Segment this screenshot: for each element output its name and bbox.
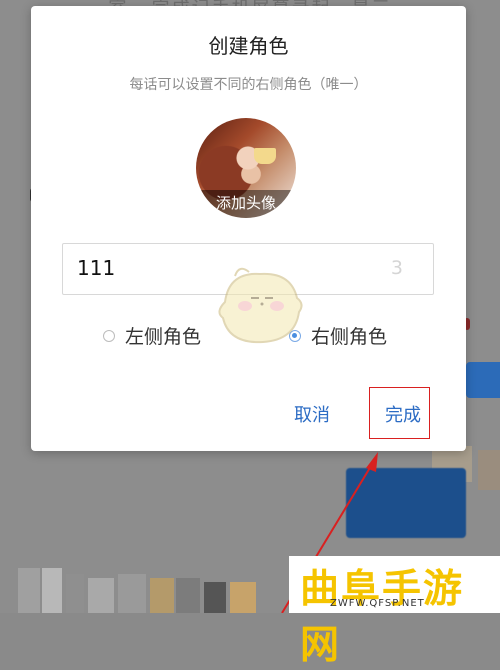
cancel-button[interactable]: 取消 (294, 401, 330, 427)
radio-left-role-label: 左侧角色 (125, 326, 202, 348)
dialog-title: 创建角色 (208, 34, 289, 58)
radio-left-role[interactable]: 左侧角色 (103, 322, 201, 349)
add-avatar-label: 添加头像 (196, 190, 296, 218)
avatar-image-detail (254, 148, 276, 164)
avatar-upload[interactable]: 添加头像 (196, 118, 296, 218)
role-name-value: 111 (77, 256, 116, 280)
site-url: ZWFW.QFSP.NET (330, 598, 425, 609)
mascot-watermark-icon (218, 267, 303, 344)
radio-unchecked-icon[interactable] (103, 329, 115, 342)
pixelated-area (478, 450, 500, 490)
site-logo: 曲阜手游网 (300, 567, 465, 668)
create-role-dialog: 创建角色 每话可以设置不同的右侧角色（唯一） 添加头像 111 3 左侧角色 右… (31, 6, 466, 451)
background-button (466, 362, 500, 398)
dialog-subtitle: 每话可以设置不同的右侧角色（唯一） (129, 77, 368, 93)
background-button (346, 468, 466, 538)
char-count: 3 (390, 257, 403, 279)
radio-right-role-label: 右侧角色 (311, 326, 388, 348)
done-button-highlight-box (369, 387, 430, 439)
pixelated-area (18, 560, 288, 613)
